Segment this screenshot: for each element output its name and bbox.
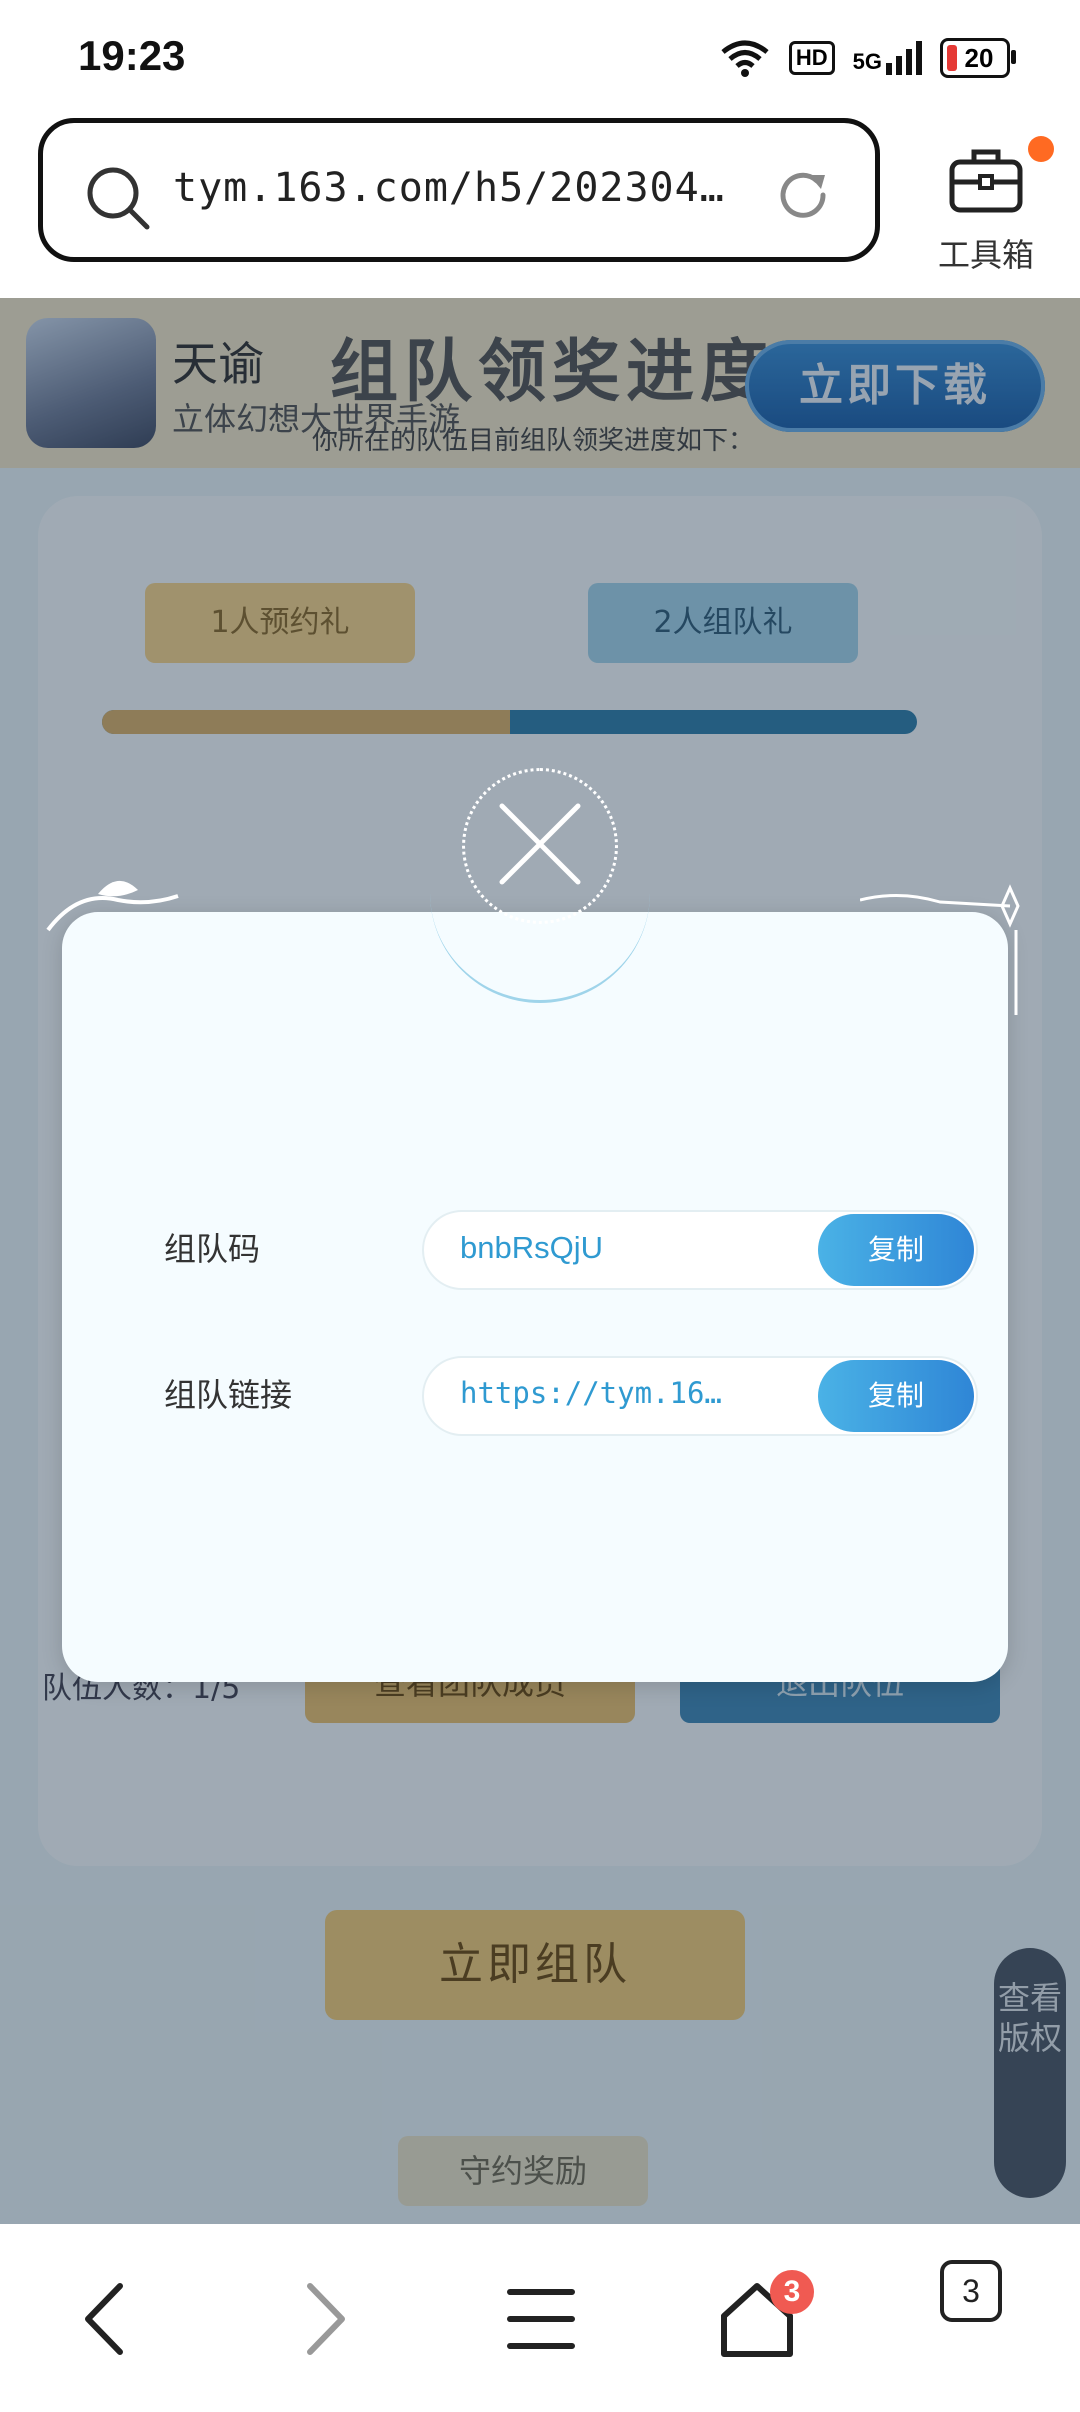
address-bar[interactable]: tym.163.com/h5/202304… bbox=[38, 118, 880, 262]
copy-team-code-button[interactable]: 复制 bbox=[818, 1214, 974, 1286]
toolbox-label: 工具箱 bbox=[937, 236, 1034, 274]
status-bar: 19:23 HD 5G 20 bbox=[0, 0, 1080, 110]
search-icon bbox=[87, 167, 150, 230]
team-link-label: 组队链接 bbox=[164, 1376, 293, 1414]
battery-icon: 20 bbox=[940, 38, 1016, 78]
team-invite-dialog: 组队码 bnbRsQjU 复制 组队链接 https://tym.16… 复制 bbox=[62, 912, 1008, 1682]
menu-icon[interactable] bbox=[496, 2274, 586, 2364]
team-code-field: bnbRsQjU 复制 bbox=[422, 1210, 978, 1290]
wifi-icon bbox=[721, 40, 769, 77]
battery-level: 20 bbox=[964, 42, 994, 73]
browser-bottom-nav bbox=[0, 2224, 1080, 2412]
copy-team-link-button[interactable]: 复制 bbox=[818, 1360, 974, 1432]
status-time: 19:23 bbox=[78, 32, 186, 79]
cellular-signal-icon: 5G bbox=[853, 41, 922, 75]
notification-dot bbox=[1028, 136, 1054, 162]
reload-icon[interactable] bbox=[773, 165, 833, 225]
toolbox-icon bbox=[949, 149, 1023, 213]
url-text[interactable]: tym.163.com/h5/202304… bbox=[173, 165, 725, 211]
team-link-value: https://tym.16… bbox=[460, 1376, 722, 1410]
toolbox-button[interactable]: 工具箱 bbox=[926, 122, 1054, 274]
status-icons: HD 5G 20 bbox=[719, 38, 1016, 78]
forward-icon[interactable] bbox=[278, 2274, 368, 2364]
star-ornament-icon bbox=[860, 884, 1020, 1015]
network-type-label: 5G bbox=[852, 49, 882, 74]
hd-icon: HD bbox=[788, 41, 835, 75]
team-code-label: 组队码 bbox=[164, 1230, 261, 1268]
tabs-button[interactable]: 3 bbox=[940, 2260, 1002, 2322]
browser-toolbar: tym.163.com/h5/202304… 工具箱 bbox=[0, 110, 1080, 298]
team-link-field: https://tym.16… 复制 bbox=[422, 1356, 978, 1436]
home-badge: 3 bbox=[770, 2270, 814, 2314]
team-code-value: bnbRsQjU bbox=[460, 1230, 603, 1265]
close-icon[interactable] bbox=[492, 796, 588, 892]
fish-ornament-icon bbox=[46, 880, 179, 932]
back-icon[interactable] bbox=[62, 2274, 152, 2364]
